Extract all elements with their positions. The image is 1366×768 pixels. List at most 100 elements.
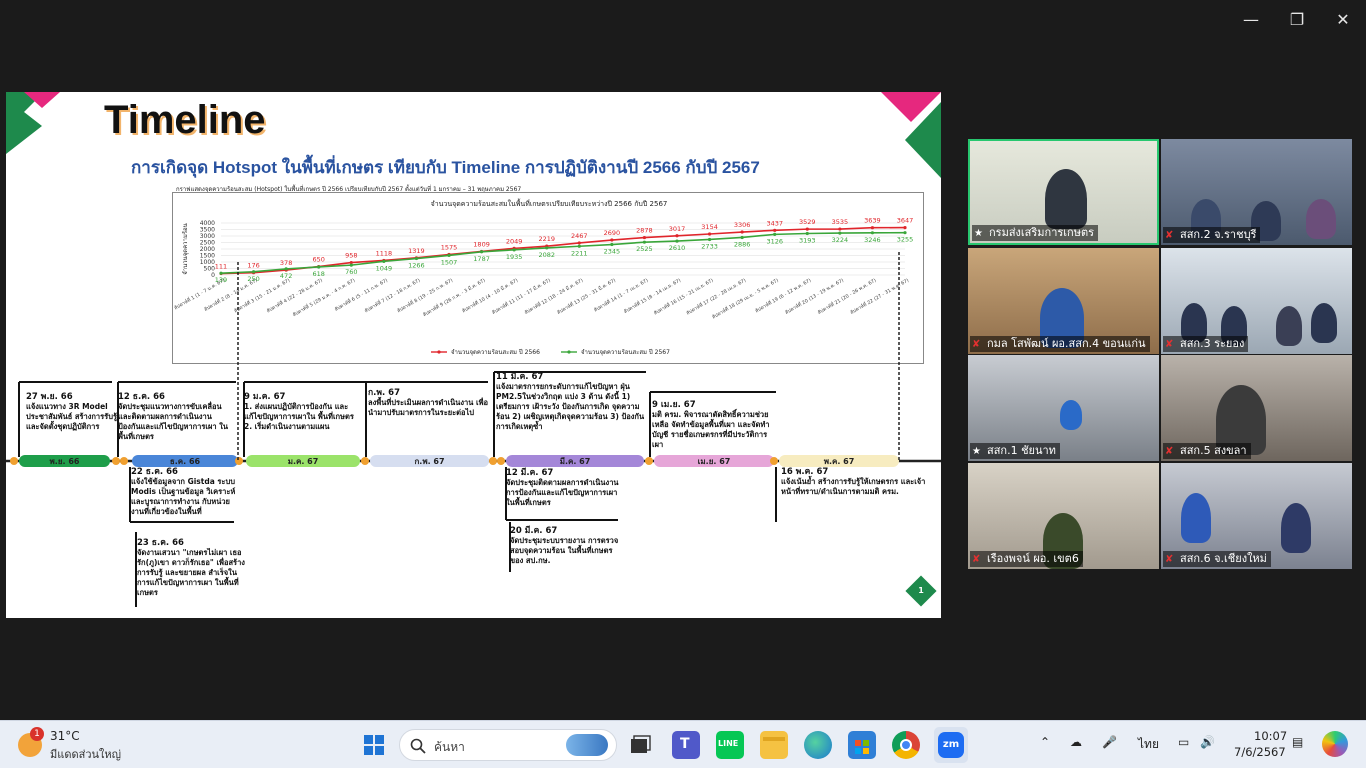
edge-icon[interactable] bbox=[804, 731, 832, 759]
timeline-event: 11 มี.ค. 67 แจ้งมาตรการยกระดับการแก้ไขปัญ… bbox=[496, 372, 646, 432]
participant-name-label: ✘ เรืองพจน์ ผอ. เขต6 bbox=[970, 551, 1083, 567]
timeline-marker-dot bbox=[120, 457, 128, 465]
participant-video-tile[interactable]: ✘ กมล โสพัฒน์ ผอ.สสก.4 ขอนแก่น bbox=[968, 248, 1159, 354]
file-explorer-icon[interactable] bbox=[760, 731, 788, 759]
timeline-event-text: 1. ส่งแผนปฏิบัติการป้องกัน และแก้ไขปัญหา… bbox=[244, 402, 354, 431]
muted-microphone-icon: ✘ bbox=[1165, 339, 1174, 350]
microphone-icon[interactable]: 🎤 bbox=[1102, 735, 1117, 749]
timeline-event: 16 พ.ค. 67 แจ้งเน้นย้ำ สร้างการรับรู้ให้เ… bbox=[781, 467, 931, 497]
close-button[interactable]: ✕ bbox=[1328, 8, 1358, 32]
participant-video-tile[interactable]: ✘ สสก.6 จ.เชียงใหม่ bbox=[1161, 463, 1352, 569]
shared-screen-slide: Timeline การเกิดจุด Hotspot ในพื้นที่เกษ… bbox=[6, 92, 941, 618]
participant-video-tile[interactable]: ★ สสก.1 ชัยนาท bbox=[968, 355, 1159, 461]
copilot-icon[interactable] bbox=[1322, 731, 1348, 757]
muted-microphone-icon: ✘ bbox=[972, 554, 981, 565]
task-view-icon[interactable] bbox=[626, 731, 654, 759]
volume-icon[interactable]: 🔊 bbox=[1200, 735, 1215, 749]
chrome-icon[interactable] bbox=[892, 731, 920, 759]
timeline-marker-dot bbox=[235, 457, 243, 465]
zoom-meeting-window: — ❐ ✕ Timeline การเกิดจุด Hotspot ในพื้น… bbox=[0, 0, 1366, 720]
clock-date[interactable]: 7/6/2567 bbox=[1234, 745, 1286, 759]
search-placeholder: ค้นหา bbox=[434, 740, 465, 754]
participant-name-label: ✘ สสก.3 ระยอง bbox=[1163, 336, 1249, 352]
input-language[interactable]: ไทย bbox=[1138, 735, 1159, 754]
weather-badge: 1 bbox=[30, 727, 44, 741]
timeline-event-text: จัดงานเสวนา "เกษตรไม่เผา เธอรัก(ภู)เขา ด… bbox=[137, 548, 245, 597]
timeline-event-date: ก.พ. 67 bbox=[368, 388, 400, 398]
participant-name: เรืองพจน์ ผอ. เขต6 bbox=[987, 552, 1079, 565]
participant-name-label: ✘ สสก.5 สงขลา bbox=[1163, 443, 1251, 459]
participant-name-label: ★ สสก.1 ชัยนาท bbox=[970, 443, 1060, 459]
restore-button[interactable]: ❐ bbox=[1282, 8, 1312, 32]
timeline-event: 12 ธ.ค. 66 จัดประชุมแนวทางการขับเคลื่อน แ… bbox=[118, 392, 233, 442]
display-icon[interactable]: ▭ bbox=[1178, 735, 1189, 749]
timeline-event-date: 22 ธ.ค. 66 bbox=[131, 467, 178, 477]
participant-name: กรมส่งเสริมการเกษตร bbox=[989, 226, 1095, 239]
page-number-badge: 1 bbox=[905, 575, 937, 607]
timeline-marker-dot bbox=[497, 457, 505, 465]
participant-name-label: ★ กรมส่งเสริมการเกษตร bbox=[972, 225, 1099, 241]
weather-description[interactable]: มีแดดส่วนใหญ่ bbox=[50, 745, 121, 763]
line-icon[interactable]: LINE bbox=[716, 731, 744, 759]
muted-microphone-icon: ✘ bbox=[1165, 554, 1174, 565]
teams-icon[interactable]: T bbox=[672, 731, 700, 759]
timeline-event-text: จัดประชุมระบบรายงาน การตรวจสอบจุดความร้อ… bbox=[510, 536, 619, 565]
weather-temp[interactable]: 31°C bbox=[50, 729, 80, 743]
participant-figure bbox=[1281, 503, 1311, 553]
participant-figure bbox=[1306, 199, 1336, 239]
timeline-event: 27 พ.ย. 66 แจ้งแนวทาง 3R Model ประชาสัมพั… bbox=[26, 392, 118, 432]
participant-name: กมล โสพัฒน์ ผอ.สสก.4 ขอนแก่น bbox=[987, 337, 1146, 350]
timeline-month-label: พ.ค. 67 bbox=[824, 457, 855, 466]
participant-name-label: ✘ สสก.6 จ.เชียงใหม่ bbox=[1163, 551, 1271, 567]
muted-microphone-icon: ✘ bbox=[972, 339, 981, 350]
timeline-event-date: 9 เม.ย. 67 bbox=[652, 400, 696, 410]
timeline-event-text: แจ้งแนวทาง 3R Model ประชาสัมพันธ์ สร้างก… bbox=[26, 402, 117, 431]
timeline-event-date: 23 ธ.ค. 66 bbox=[137, 538, 184, 548]
windows-taskbar: 1 31°C มีแดดส่วนใหญ่ ค้นหา T LINE zm ⌃ ☁… bbox=[0, 720, 1366, 768]
search-icon bbox=[410, 738, 426, 754]
timeline-month-label: พ.ย. 66 bbox=[50, 457, 80, 466]
network-icon[interactable]: ☁ bbox=[1070, 735, 1082, 749]
taskbar-search[interactable]: ค้นหา bbox=[399, 729, 617, 761]
timeline-marker-dot bbox=[112, 457, 120, 465]
participant-name: สสก.5 สงขลา bbox=[1180, 444, 1247, 457]
participant-video-tile[interactable]: ✘ สสก.5 สงขลา bbox=[1161, 355, 1352, 461]
timeline-event-text: แจ้งมาตรการยกระดับการแก้ไขปัญหา ฝุ่น PM2… bbox=[496, 382, 645, 431]
participant-video-tile[interactable]: ★ กรมส่งเสริมการเกษตร bbox=[968, 139, 1159, 245]
participant-video-tile[interactable]: ✘ เรืองพจน์ ผอ. เขต6 bbox=[968, 463, 1159, 569]
timeline-event: 9 เม.ย. 67 มติ ครม. พิจารณาตัดสิทธิ์ความช… bbox=[652, 400, 776, 450]
participant-video-tile[interactable]: ✘ สสก.3 ระยอง bbox=[1161, 248, 1352, 354]
participant-figure bbox=[1060, 400, 1082, 430]
participant-figure bbox=[1045, 169, 1087, 229]
timeline-month-label: ก.พ. 67 bbox=[414, 457, 444, 466]
timeline-event: 22 ธ.ค. 66 แจ้งใช้ข้อมูลจาก Gistda ระบบ M… bbox=[131, 467, 239, 517]
page-number: 1 bbox=[918, 586, 924, 595]
participant-name: สสก.2 จ.ราชบุรี bbox=[1180, 228, 1257, 241]
timeline-month-label: มี.ค. 67 bbox=[560, 456, 591, 466]
timeline-event-date: 20 มี.ค. 67 bbox=[510, 526, 558, 536]
notification-icon[interactable]: ▤ bbox=[1292, 735, 1303, 749]
timeline-month-label: เม.ย. 67 bbox=[698, 457, 731, 466]
zoom-icon: zm bbox=[938, 732, 964, 758]
microsoft-store-icon[interactable] bbox=[848, 731, 876, 759]
show-hidden-icons-chevron-icon[interactable]: ⌃ bbox=[1040, 735, 1050, 749]
timeline-event-date: 12 มี.ค. 67 bbox=[506, 468, 554, 478]
participant-name: สสก.3 ระยอง bbox=[1180, 337, 1245, 350]
participant-name-label: ✘ กมล โสพัฒน์ ผอ.สสก.4 ขอนแก่น bbox=[970, 336, 1150, 352]
clock-time[interactable]: 10:07 bbox=[1254, 729, 1287, 743]
participant-name: สสก.1 ชัยนาท bbox=[987, 444, 1056, 457]
zoom-taskbar-button[interactable]: zm bbox=[934, 727, 968, 763]
muted-microphone-icon: ✘ bbox=[1165, 446, 1174, 457]
timeline-event: ก.พ. 67 ลงพื้นที่ประเมินผลการดำเนินงาน เพ… bbox=[368, 388, 493, 418]
timeline-event-date: 12 ธ.ค. 66 bbox=[118, 392, 165, 402]
timeline-marker-dot bbox=[770, 457, 778, 465]
timeline-marker-dot bbox=[361, 457, 369, 465]
timeline-marker-dot bbox=[489, 457, 497, 465]
windows-start-icon[interactable] bbox=[360, 731, 388, 759]
participant-figure bbox=[1181, 493, 1211, 543]
timeline-event: 23 ธ.ค. 66 จัดงานเสวนา "เกษตรไม่เผา เธอรั… bbox=[137, 538, 247, 598]
participant-figure bbox=[1311, 303, 1337, 343]
muted-microphone-icon: ✘ bbox=[1165, 230, 1174, 241]
participant-video-tile[interactable]: ✘ สสก.2 จ.ราชบุรี bbox=[1161, 139, 1352, 245]
minimize-button[interactable]: — bbox=[1236, 8, 1266, 32]
